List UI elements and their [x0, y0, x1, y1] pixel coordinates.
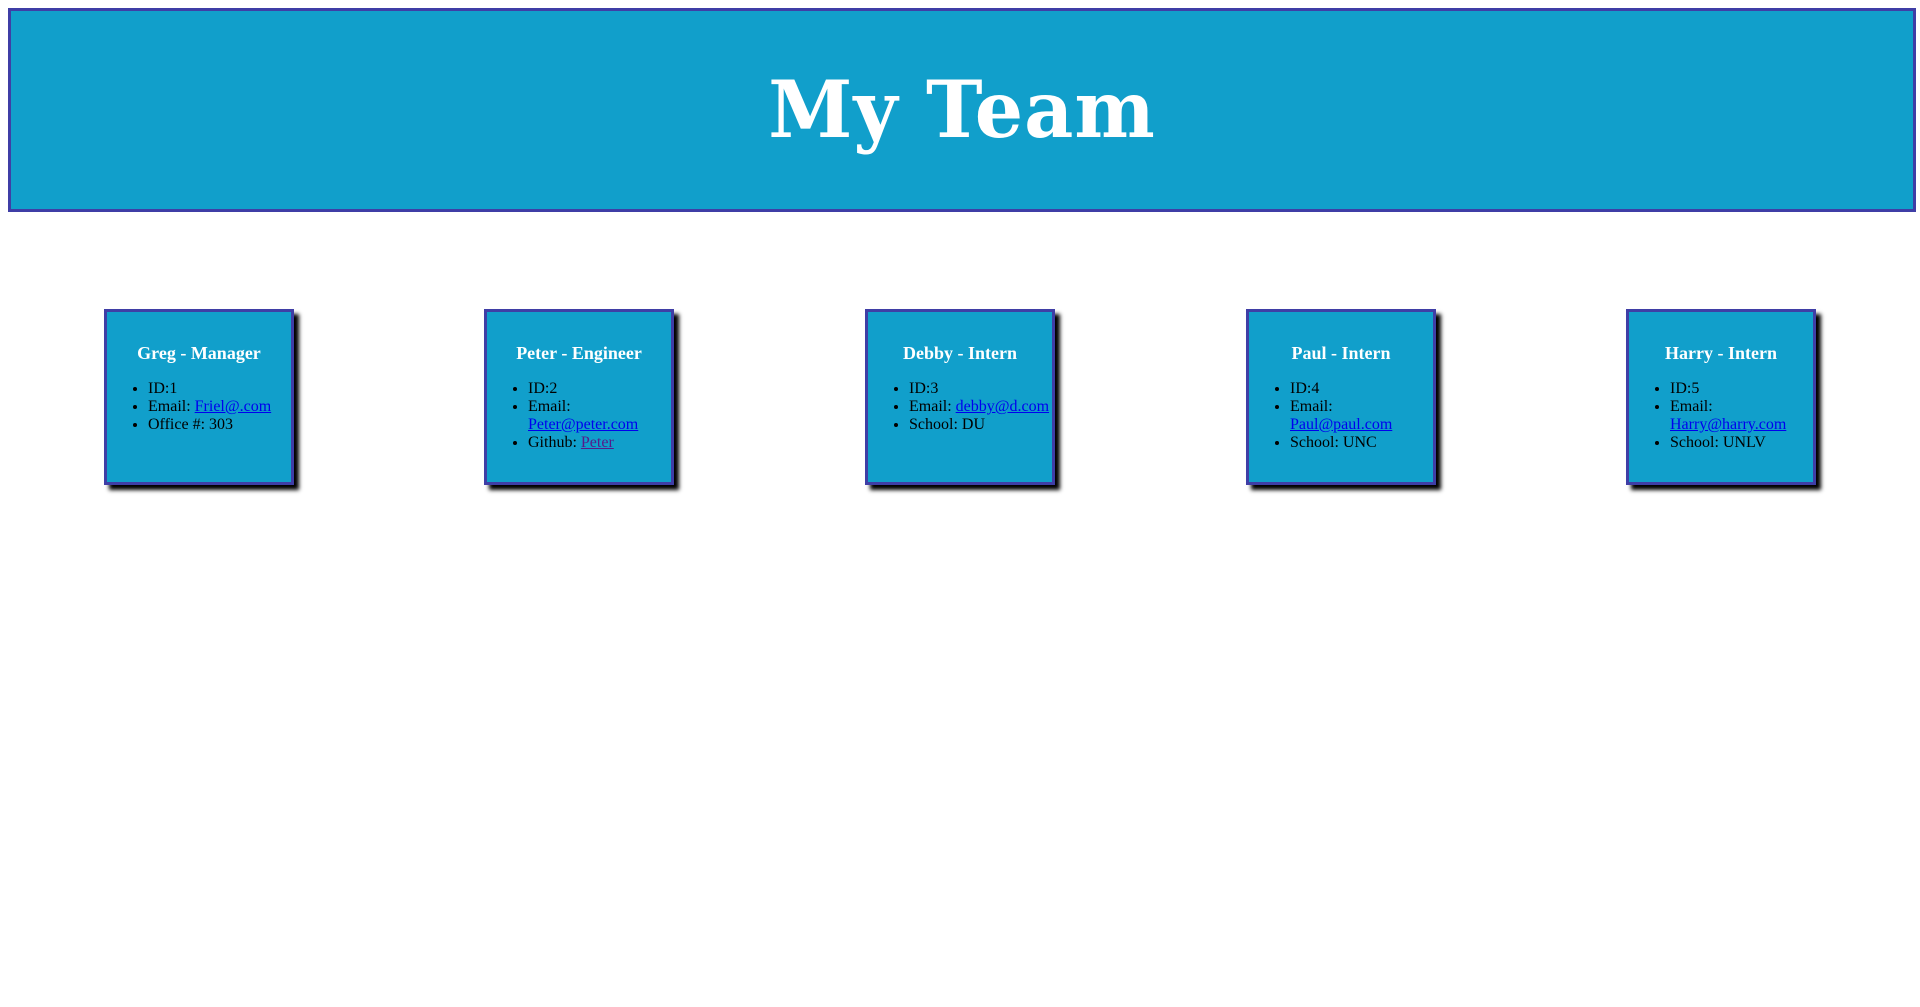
employee-card-greg: Greg - Manager ID:1 Email: Friel@.com Of… [104, 309, 294, 485]
employee-email: Email: Peter@peter.com [528, 398, 671, 434]
employee-details: ID:4 Email: Paul@paul.com School: UNC [1241, 380, 1433, 452]
employee-email: Email: Friel@.com [148, 398, 291, 416]
github-item: Github: Peter [528, 434, 671, 452]
office-number: Office #: 303 [148, 416, 291, 434]
employee-email: Email: Paul@paul.com [1290, 398, 1433, 434]
employee-details: ID:1 Email: Friel@.com Office #: 303 [99, 380, 291, 434]
github-link[interactable]: Peter [581, 434, 614, 451]
employee-id: ID:4 [1290, 380, 1433, 398]
employee-name-role: Greg - Manager [137, 343, 261, 363]
employee-id: ID:3 [909, 380, 1052, 398]
employee-id: ID:1 [148, 380, 291, 398]
employee-details: ID:3 Email: debby@d.com School: DU [860, 380, 1052, 434]
page-title: My Team [768, 63, 1156, 156]
page: My Team Greg - Manager ID:1 Email: Friel… [0, 0, 1920, 1007]
email-link[interactable]: Harry@harry.com [1670, 416, 1786, 433]
employee-card-peter: Peter - Engineer ID:2 Email: Peter@peter… [484, 309, 674, 485]
email-label: Email: [1290, 398, 1333, 415]
email-label: Email: [528, 398, 571, 415]
employee-name-role: Paul - Intern [1291, 343, 1391, 363]
employee-name-role: Debby - Intern [902, 343, 1017, 363]
email-link[interactable]: Friel@.com [195, 398, 272, 415]
github-label: Github: [528, 434, 581, 451]
email-link[interactable]: Peter@peter.com [528, 416, 638, 433]
employee-id: ID:2 [528, 380, 671, 398]
employee-details: ID:2 Email: Peter@peter.com Github: Pete… [479, 380, 671, 452]
employee-id: ID:5 [1670, 380, 1813, 398]
employee-name-role: Peter - Engineer [516, 343, 642, 363]
email-label: Email: [1670, 398, 1713, 415]
employee-details: ID:5 Email: Harry@harry.com School: UNLV [1621, 380, 1813, 452]
team-cards: Greg - Manager ID:1 Email: Friel@.com Of… [0, 309, 1920, 485]
school-item: School: UNC [1290, 434, 1433, 452]
email-label: Email: [909, 398, 956, 415]
school-item: School: UNLV [1670, 434, 1813, 452]
employee-card-debby: Debby - Intern ID:3 Email: debby@d.com S… [865, 309, 1055, 485]
employee-card-paul: Paul - Intern ID:4 Email: Paul@paul.com … [1246, 309, 1436, 485]
email-label: Email: [148, 398, 195, 415]
email-link[interactable]: Paul@paul.com [1290, 416, 1392, 433]
employee-email: Email: Harry@harry.com [1670, 398, 1813, 434]
employee-name-role: Harry - Intern [1665, 343, 1777, 363]
school-item: School: DU [909, 416, 1052, 434]
employee-email: Email: debby@d.com [909, 398, 1052, 416]
page-header: My Team [8, 8, 1916, 212]
email-link[interactable]: debby@d.com [956, 398, 1049, 415]
employee-card-harry: Harry - Intern ID:5 Email: Harry@harry.c… [1626, 309, 1816, 485]
